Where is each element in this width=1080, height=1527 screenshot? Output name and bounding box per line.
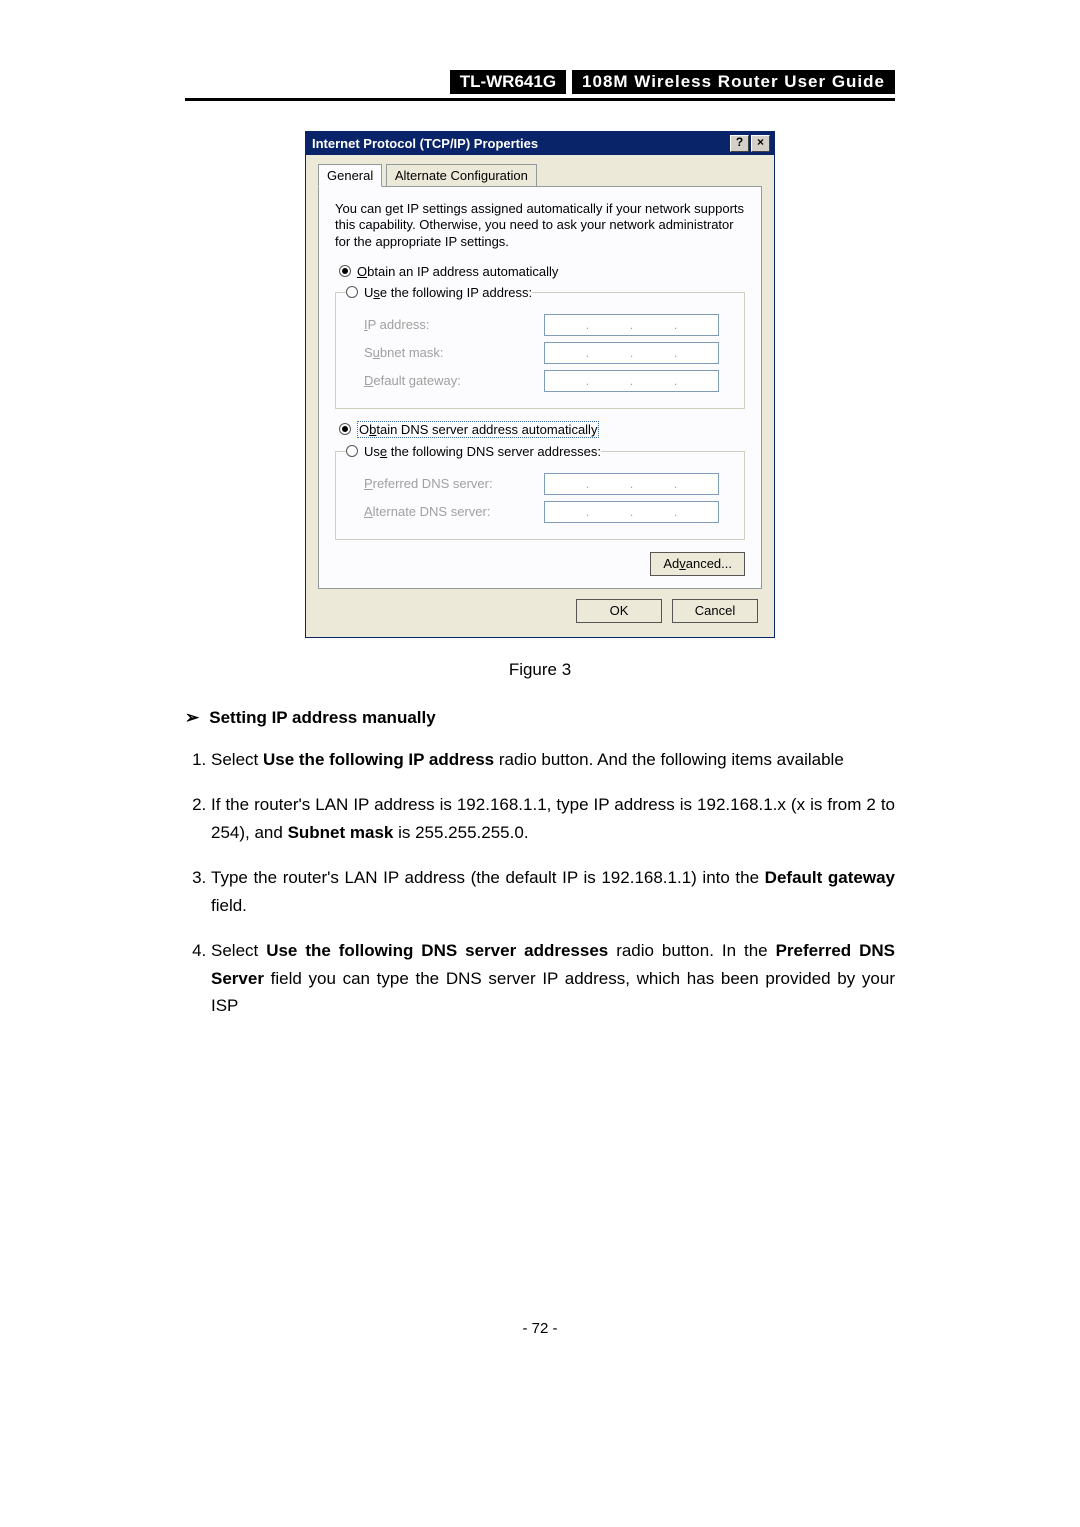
title-bar: Internet Protocol (TCP/IP) Properties ? …	[306, 132, 774, 155]
tab-alternate-configuration[interactable]: Alternate Configuration	[386, 164, 537, 186]
tab-general[interactable]: General	[318, 164, 382, 187]
tab-panel: You can get IP settings assigned automat…	[318, 186, 762, 589]
dialog-body: General Alternate Configuration You can …	[306, 155, 774, 637]
label-ip-address: IP address:	[364, 317, 544, 332]
radio-label: Use the following DNS server addresses:	[364, 444, 601, 459]
label-default-gateway: Default gateway:	[364, 373, 544, 388]
tcpip-properties-dialog: Internet Protocol (TCP/IP) Properties ? …	[305, 131, 775, 638]
input-default-gateway[interactable]: ...	[544, 370, 719, 392]
advanced-button[interactable]: Advanced...	[650, 552, 745, 576]
label-alternate-dns: Alternate DNS server:	[364, 504, 544, 519]
header: TL-WR641G 108M Wireless Router User Guid…	[185, 70, 895, 101]
input-ip-address[interactable]: ...	[544, 314, 719, 336]
radio-icon	[346, 286, 358, 298]
section-heading: ➢ Setting IP address manually	[185, 708, 895, 728]
radio-use-dns[interactable]: Use the following DNS server addresses:	[346, 444, 601, 459]
step-4: Select Use the following DNS server addr…	[211, 937, 895, 1020]
label-preferred-dns: Preferred DNS server:	[364, 476, 544, 491]
step-2: If the router's LAN IP address is 192.16…	[211, 791, 895, 846]
radio-use-ip[interactable]: Use the following IP address:	[346, 285, 532, 300]
radio-icon	[339, 423, 351, 435]
dns-group: Use the following DNS server addresses: …	[335, 444, 745, 540]
header-model: TL-WR641G	[450, 70, 566, 94]
input-preferred-dns[interactable]: ...	[544, 473, 719, 495]
bullet-arrow-icon: ➢	[185, 708, 199, 728]
help-icon[interactable]: ?	[730, 135, 749, 152]
step-1: Select Use the following IP address radi…	[211, 746, 895, 774]
input-subnet-mask[interactable]: ...	[544, 342, 719, 364]
close-icon[interactable]: ×	[751, 135, 770, 152]
radio-label: Obtain an IP address automatically	[357, 264, 558, 279]
radio-label: Use the following IP address:	[364, 285, 532, 300]
page-number: - 72 -	[185, 1320, 895, 1337]
dialog-title: Internet Protocol (TCP/IP) Properties	[312, 136, 730, 151]
radio-icon	[339, 265, 351, 277]
figure-label: Figure 3	[185, 660, 895, 680]
intro-text: You can get IP settings assigned automat…	[335, 201, 745, 250]
radio-icon	[346, 445, 358, 457]
page: TL-WR641G 108M Wireless Router User Guid…	[0, 0, 1080, 1397]
dialog-buttons: OK Cancel	[318, 589, 762, 625]
tabs: General Alternate Configuration	[318, 163, 762, 187]
radio-obtain-dns[interactable]: Obtain DNS server address automatically	[339, 421, 745, 438]
cancel-button[interactable]: Cancel	[672, 599, 758, 623]
input-alternate-dns[interactable]: ...	[544, 501, 719, 523]
radio-label: Obtain DNS server address automatically	[357, 421, 599, 438]
radio-obtain-ip[interactable]: Obtain an IP address automatically	[339, 264, 745, 279]
ip-group: Use the following IP address: IP address…	[335, 285, 745, 409]
ok-button[interactable]: OK	[576, 599, 662, 623]
label-subnet-mask: Subnet mask:	[364, 345, 544, 360]
step-3: Type the router's LAN IP address (the de…	[211, 864, 895, 919]
steps-list: Select Use the following IP address radi…	[185, 746, 895, 1020]
title-buttons: ? ×	[730, 135, 770, 152]
header-title: 108M Wireless Router User Guide	[572, 70, 895, 94]
section-heading-text: Setting IP address manually	[209, 708, 435, 728]
